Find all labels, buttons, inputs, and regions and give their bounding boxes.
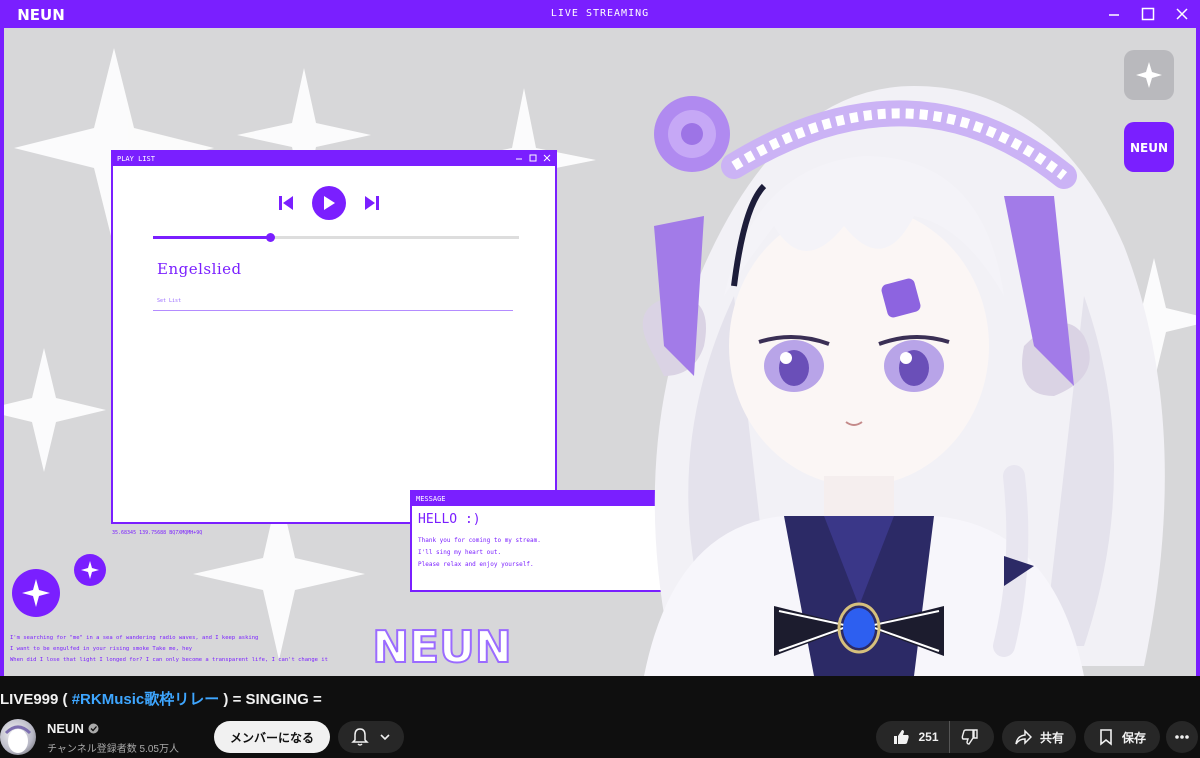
close-icon: [1174, 6, 1190, 22]
progress-track[interactable]: [153, 233, 519, 242]
dislike-button[interactable]: [950, 721, 990, 753]
playlist-window: PLAY LIST Engelslied Set List: [111, 150, 557, 524]
maximize-icon: [529, 154, 537, 162]
notification-button[interactable]: [338, 721, 404, 753]
sparkle-circle-icon: [12, 569, 60, 617]
minimize-icon: [1106, 6, 1122, 22]
close-icon: [543, 154, 551, 162]
chevron-down-icon: [380, 734, 390, 741]
stream-titlebar: NEUN LIVE STREAMING: [0, 0, 1200, 28]
vtuber-character-illustration: [642, 86, 1165, 676]
song-title: Engelslied: [157, 260, 242, 278]
thumbs-up-icon: [894, 730, 910, 744]
sparkle-icon: [1136, 62, 1162, 88]
verified-icon: [88, 723, 99, 734]
stream-player[interactable]: NEUN LIVE STREAMING PLAY LIST Engelslied…: [0, 0, 1200, 676]
next-track-icon[interactable]: [364, 195, 380, 211]
channel-name[interactable]: NEUN: [47, 721, 84, 736]
more-horizontal-icon: [1175, 735, 1189, 739]
bookmark-icon: [1100, 729, 1112, 746]
play-button[interactable]: [312, 186, 346, 220]
lyric-line: When did I lose that light I longed for?…: [10, 657, 328, 663]
join-button[interactable]: メンバーになる: [214, 721, 330, 753]
video-title: LIVE999 ( #RKMusic歌枠リレー ) = SINGING =: [0, 688, 322, 709]
progress-fill: [153, 236, 271, 239]
channel-name-row[interactable]: NEUN: [47, 721, 99, 736]
save-button[interactable]: 保存: [1084, 721, 1160, 753]
share-button[interactable]: 共有: [1002, 721, 1076, 753]
subscriber-count: チャンネル登録者数 5.05万人: [47, 744, 179, 755]
lyric-line: I want to be engulfed in your rising smo…: [10, 646, 193, 652]
thumbs-down-icon: [961, 729, 978, 745]
progress-knob[interactable]: [266, 233, 276, 242]
more-actions-button[interactable]: [1166, 721, 1198, 753]
setlist-label: Set List: [157, 298, 182, 304]
stream-canvas: PLAY LIST Engelslied Set List 35.68345 1…: [4, 28, 1196, 676]
divider: [153, 310, 513, 311]
video-title-suffix: ) = SINGING =: [219, 691, 322, 708]
lyric-line: I'm searching for "me" in a sea of wande…: [10, 635, 259, 641]
svg-text:NEUN: NEUN: [372, 622, 511, 672]
channel-avatar[interactable]: [0, 719, 36, 755]
playlist-titlebar: PLAY LIST: [113, 152, 555, 166]
sparkle-shape: [4, 348, 106, 472]
neun-logo: NEUN: [371, 621, 512, 672]
save-label: 保存: [1121, 730, 1146, 745]
svg-text:NEUN: NEUN: [1130, 141, 1168, 155]
play-icon: [324, 196, 335, 210]
share-label: 共有: [1039, 730, 1064, 745]
bell-icon: [351, 728, 369, 746]
share-icon: [1015, 729, 1032, 745]
sparkle-button[interactable]: [1124, 50, 1174, 100]
sparkle-circle-icon: [74, 554, 106, 586]
previous-track-icon[interactable]: [278, 195, 294, 211]
lyrics-block: I'm searching for "me" in a sea of wande…: [10, 633, 328, 666]
hashtag-link[interactable]: #RKMusic歌枠リレー: [72, 691, 220, 708]
maximize-icon: [1140, 6, 1156, 22]
video-title-prefix: LIVE999 (: [0, 691, 72, 708]
like-count: 251: [918, 730, 939, 744]
playlist-title: PLAY LIST: [117, 155, 155, 163]
stream-window-title: LIVE STREAMING: [550, 8, 650, 19]
message-title: MESSAGE: [416, 495, 446, 503]
like-dislike-group: 251: [876, 721, 994, 753]
minimize-icon: [516, 158, 522, 160]
neun-logo-button[interactable]: NEUN: [1124, 122, 1174, 172]
neun-logo-icon: NEUN: [1130, 141, 1168, 155]
like-button[interactable]: 251: [880, 721, 950, 753]
coordinates-text: 35.68345 139.75688 BQ7XMQMH+9Q: [112, 530, 203, 536]
